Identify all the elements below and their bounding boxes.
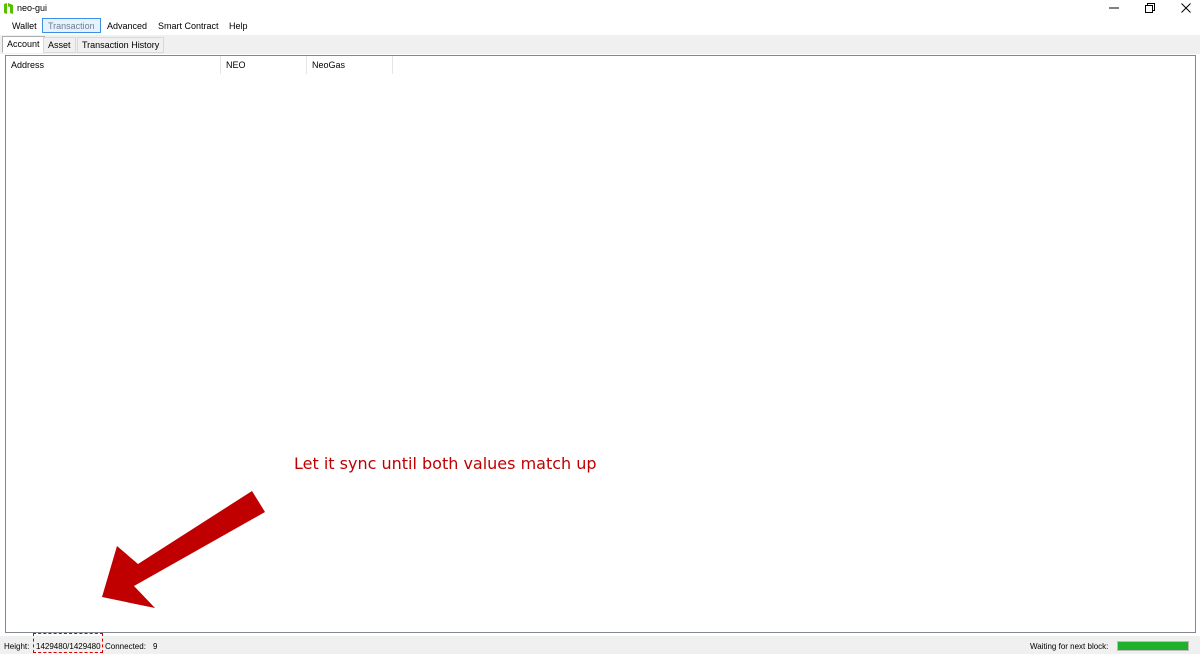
connected-value: 9	[153, 642, 158, 651]
menu-smart-contract[interactable]: Smart Contract	[152, 18, 225, 33]
menu-help[interactable]: Help	[223, 18, 254, 33]
restore-button[interactable]	[1132, 0, 1168, 16]
account-list[interactable]: Address NEO NeoGas	[5, 55, 1196, 633]
tab-asset[interactable]: Asset	[43, 37, 76, 53]
column-header-neogas[interactable]: NeoGas	[307, 56, 393, 74]
next-block-progress-fill	[1118, 642, 1188, 650]
next-block-progress	[1117, 641, 1189, 651]
window-title: neo-gui	[17, 3, 48, 13]
tab-strip: Account Asset Transaction History	[0, 35, 1200, 54]
close-button[interactable]	[1168, 0, 1200, 16]
status-bar: Height: 1429480/1429480 Connected: 9 Wai…	[0, 636, 1200, 654]
tab-account[interactable]: Account	[2, 36, 45, 53]
annotation-text: Let it sync until both values match up	[294, 454, 597, 473]
waiting-label: Waiting for next block:	[1030, 642, 1109, 651]
tab-transaction-history[interactable]: Transaction History	[77, 37, 165, 53]
connected-label: Connected:	[105, 642, 146, 651]
restore-icon	[1145, 3, 1155, 13]
menu-wallet[interactable]: Wallet	[6, 18, 43, 33]
menu-bar: Wallet Transaction Advanced Smart Contra…	[0, 17, 1200, 34]
minimize-icon	[1109, 7, 1119, 9]
menu-advanced[interactable]: Advanced	[101, 18, 153, 33]
height-label: Height:	[4, 642, 30, 651]
neo-logo-icon	[4, 3, 13, 14]
minimize-button[interactable]	[1096, 0, 1132, 16]
column-header-neo[interactable]: NEO	[221, 56, 307, 74]
height-highlight-box	[33, 633, 103, 653]
column-header-address[interactable]: Address	[6, 56, 221, 74]
menu-transaction[interactable]: Transaction	[42, 18, 101, 33]
title-bar: neo-gui	[0, 0, 1200, 16]
close-icon	[1181, 3, 1191, 13]
